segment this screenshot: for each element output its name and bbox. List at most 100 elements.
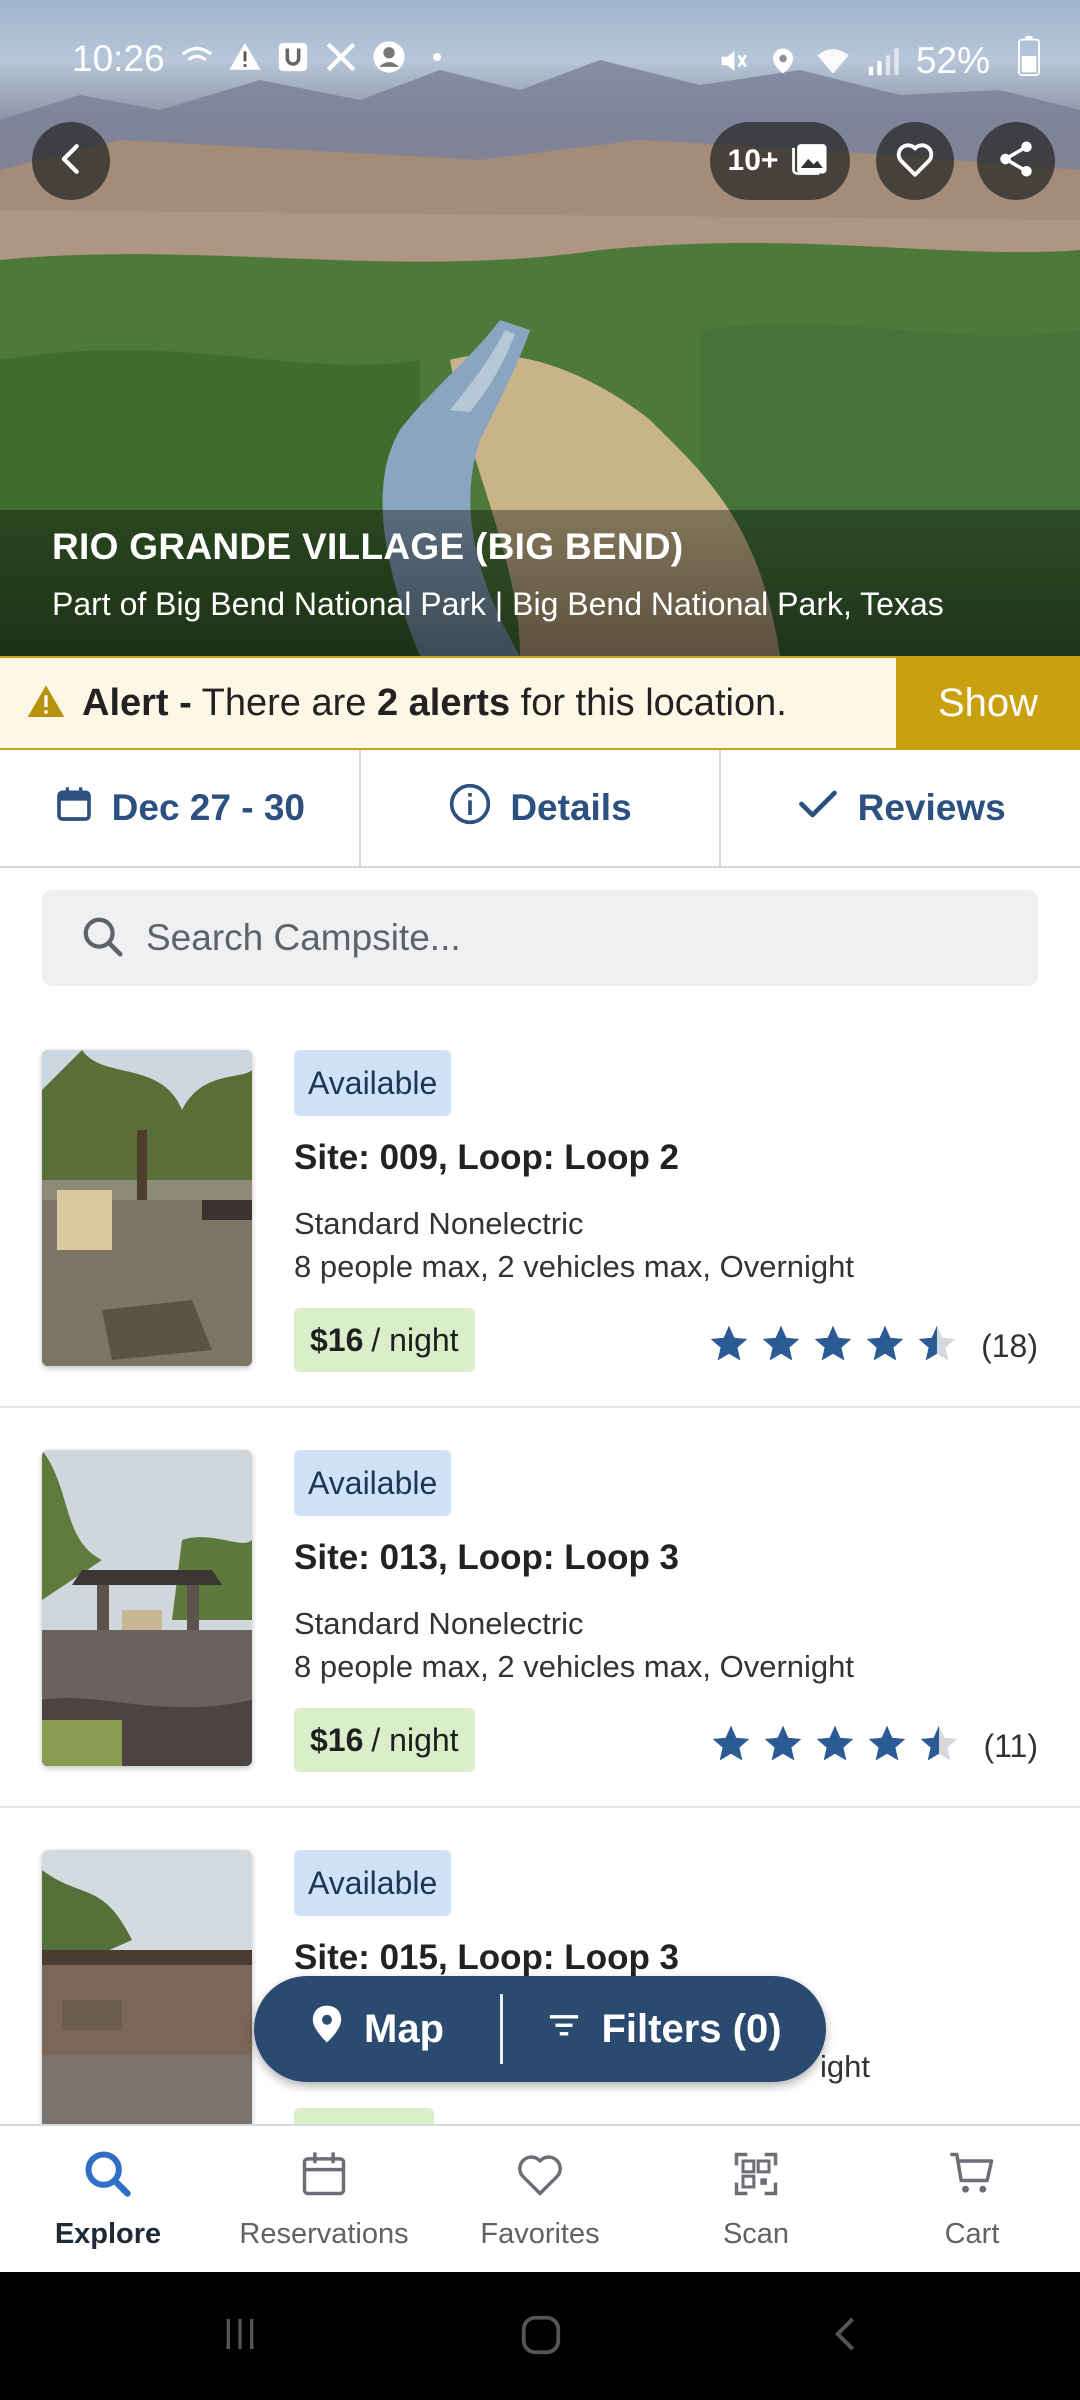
info-tabs: Dec 27 - 30 Details Reviews xyxy=(0,750,1080,868)
site-title: Site: 015, Loop: Loop 3 xyxy=(294,1938,680,1977)
heart-icon xyxy=(894,138,936,185)
star-rating: (18) xyxy=(707,1322,1038,1371)
photo-gallery-button[interactable]: 10+ xyxy=(710,122,850,200)
system-navigation-bar xyxy=(0,2272,1080,2400)
wifi-icon xyxy=(816,44,850,78)
map-button-label: Map xyxy=(364,2006,444,2051)
calendar-icon xyxy=(54,784,94,833)
battery-icon xyxy=(1018,36,1040,85)
favorite-button[interactable] xyxy=(876,122,954,200)
nav-explore-label: Explore xyxy=(54,2217,162,2250)
nav-favorites[interactable]: Favorites xyxy=(432,2126,648,2272)
star-icon xyxy=(811,1322,855,1371)
price-amount: $16 xyxy=(310,1721,364,1758)
star-rating: (11) xyxy=(709,1722,1038,1771)
home-icon[interactable] xyxy=(518,2312,564,2363)
heart-icon xyxy=(514,2148,566,2208)
alert-post: for this location. xyxy=(520,682,787,724)
search-icon xyxy=(82,2148,134,2208)
filters-button[interactable]: Filters (0) xyxy=(503,1976,826,2082)
show-alerts-button[interactable]: Show xyxy=(896,656,1080,750)
star-icon xyxy=(707,1322,751,1371)
star-icon xyxy=(915,1322,959,1371)
nav-cart-label: Cart xyxy=(944,2217,1000,2250)
availability-badge: Available xyxy=(294,1850,452,1916)
map-button[interactable]: Map xyxy=(254,1976,500,2082)
tab-details[interactable]: Details xyxy=(361,750,722,866)
status-left-icons xyxy=(180,40,454,74)
alert-count: 2 alerts xyxy=(376,682,511,724)
fab-divider xyxy=(500,1994,503,2064)
map-filter-bar: Map Filters (0) xyxy=(254,1976,826,2082)
info-icon xyxy=(448,782,492,835)
tools-icon xyxy=(324,40,358,74)
status-right-icons: 52% xyxy=(716,40,990,82)
campsite-card[interactable]: Available Site: 009, Loop: Loop 2 Standa… xyxy=(0,1008,1080,1408)
campsite-photo xyxy=(42,1450,252,1766)
nav-scan-label: Scan xyxy=(722,2217,790,2250)
mute-icon xyxy=(716,44,750,78)
nav-cart[interactable]: Cart xyxy=(864,2126,1080,2272)
site-capacity: 8 people max, 2 vehicles max, Overnight xyxy=(294,1249,854,1284)
back-button[interactable] xyxy=(32,122,110,200)
campsite-photo xyxy=(42,1050,252,1366)
calendar-icon xyxy=(298,2148,350,2208)
search-icon xyxy=(80,914,126,965)
nav-explore[interactable]: Explore xyxy=(0,2126,216,2272)
check-icon xyxy=(796,782,840,835)
site-title: Site: 013, Loop: Loop 3 xyxy=(294,1538,680,1577)
star-icon xyxy=(759,1322,803,1371)
price-badge: $16 / night xyxy=(294,1708,475,1772)
account-icon xyxy=(372,40,406,74)
nav-reservations-label: Reservations xyxy=(239,2217,409,2250)
campsite-photo xyxy=(42,1850,252,2166)
price-amount: $16 xyxy=(310,1321,364,1358)
nav-favorites-label: Favorites xyxy=(480,2217,600,2250)
filter-icon xyxy=(547,2007,581,2052)
search-input[interactable] xyxy=(146,890,1006,986)
warning-icon xyxy=(26,682,66,727)
gallery-count: 10+ xyxy=(727,144,779,177)
wifi-calling-icon xyxy=(180,40,214,74)
map-pin-icon xyxy=(310,2004,344,2054)
warning-icon xyxy=(228,40,262,74)
site-type: Standard Nonelectric xyxy=(294,1206,584,1241)
tab-dates[interactable]: Dec 27 - 30 xyxy=(0,750,361,866)
nav-scan[interactable]: Scan xyxy=(648,2126,864,2272)
scan-icon xyxy=(730,2148,782,2208)
share-icon xyxy=(995,138,1037,185)
nav-reservations[interactable]: Reservations xyxy=(216,2126,432,2272)
site-capacity: 8 people max, 2 vehicles max, Overnight xyxy=(294,1649,854,1684)
campground-title: RIO GRANDE VILLAGE (BIG BEND) xyxy=(52,526,684,567)
campsite-search xyxy=(42,890,1038,986)
star-icon xyxy=(917,1722,961,1771)
tab-reviews[interactable]: Reviews xyxy=(721,750,1080,866)
cart-icon xyxy=(946,2148,998,2208)
bottom-navigation: Explore Reservations Favorites Scan Cart xyxy=(0,2124,1080,2272)
site-type: Standard Nonelectric xyxy=(294,1606,584,1641)
signal-icon xyxy=(866,44,900,78)
star-icon xyxy=(865,1722,909,1771)
back-icon[interactable] xyxy=(826,2314,866,2359)
campsite-card[interactable]: Available Site: 013, Loop: Loop 3 Standa… xyxy=(0,1408,1080,1808)
alert-pre: There are xyxy=(201,682,367,724)
share-button[interactable] xyxy=(977,122,1055,200)
rating-stars xyxy=(709,1722,961,1771)
star-icon xyxy=(709,1722,753,1771)
site-capacity: ight xyxy=(820,2049,870,2084)
location-icon xyxy=(766,44,800,78)
star-icon xyxy=(863,1322,907,1371)
hero-image: 10:26 52% 10+ RIO GRANDE VILLAGE (BIG BE… xyxy=(0,0,1080,656)
star-icon xyxy=(761,1722,805,1771)
recent-apps-icon[interactable] xyxy=(220,2314,260,2359)
tab-reviews-label: Reviews xyxy=(857,787,1006,828)
price-badge: $16 / night xyxy=(294,1308,475,1372)
back-arrow-icon xyxy=(54,142,88,181)
review-count: (11) xyxy=(983,1728,1038,1764)
status-time: 10:26 xyxy=(72,38,165,79)
status-bar: 10:26 52% xyxy=(0,0,1080,120)
campground-subtitle: Part of Big Bend National Park | Big Ben… xyxy=(52,586,944,622)
alert-banner: Alert - There are 2 alerts for this loca… xyxy=(0,656,1080,750)
availability-badge: Available xyxy=(294,1450,452,1516)
site-title: Site: 009, Loop: Loop 2 xyxy=(294,1138,680,1177)
